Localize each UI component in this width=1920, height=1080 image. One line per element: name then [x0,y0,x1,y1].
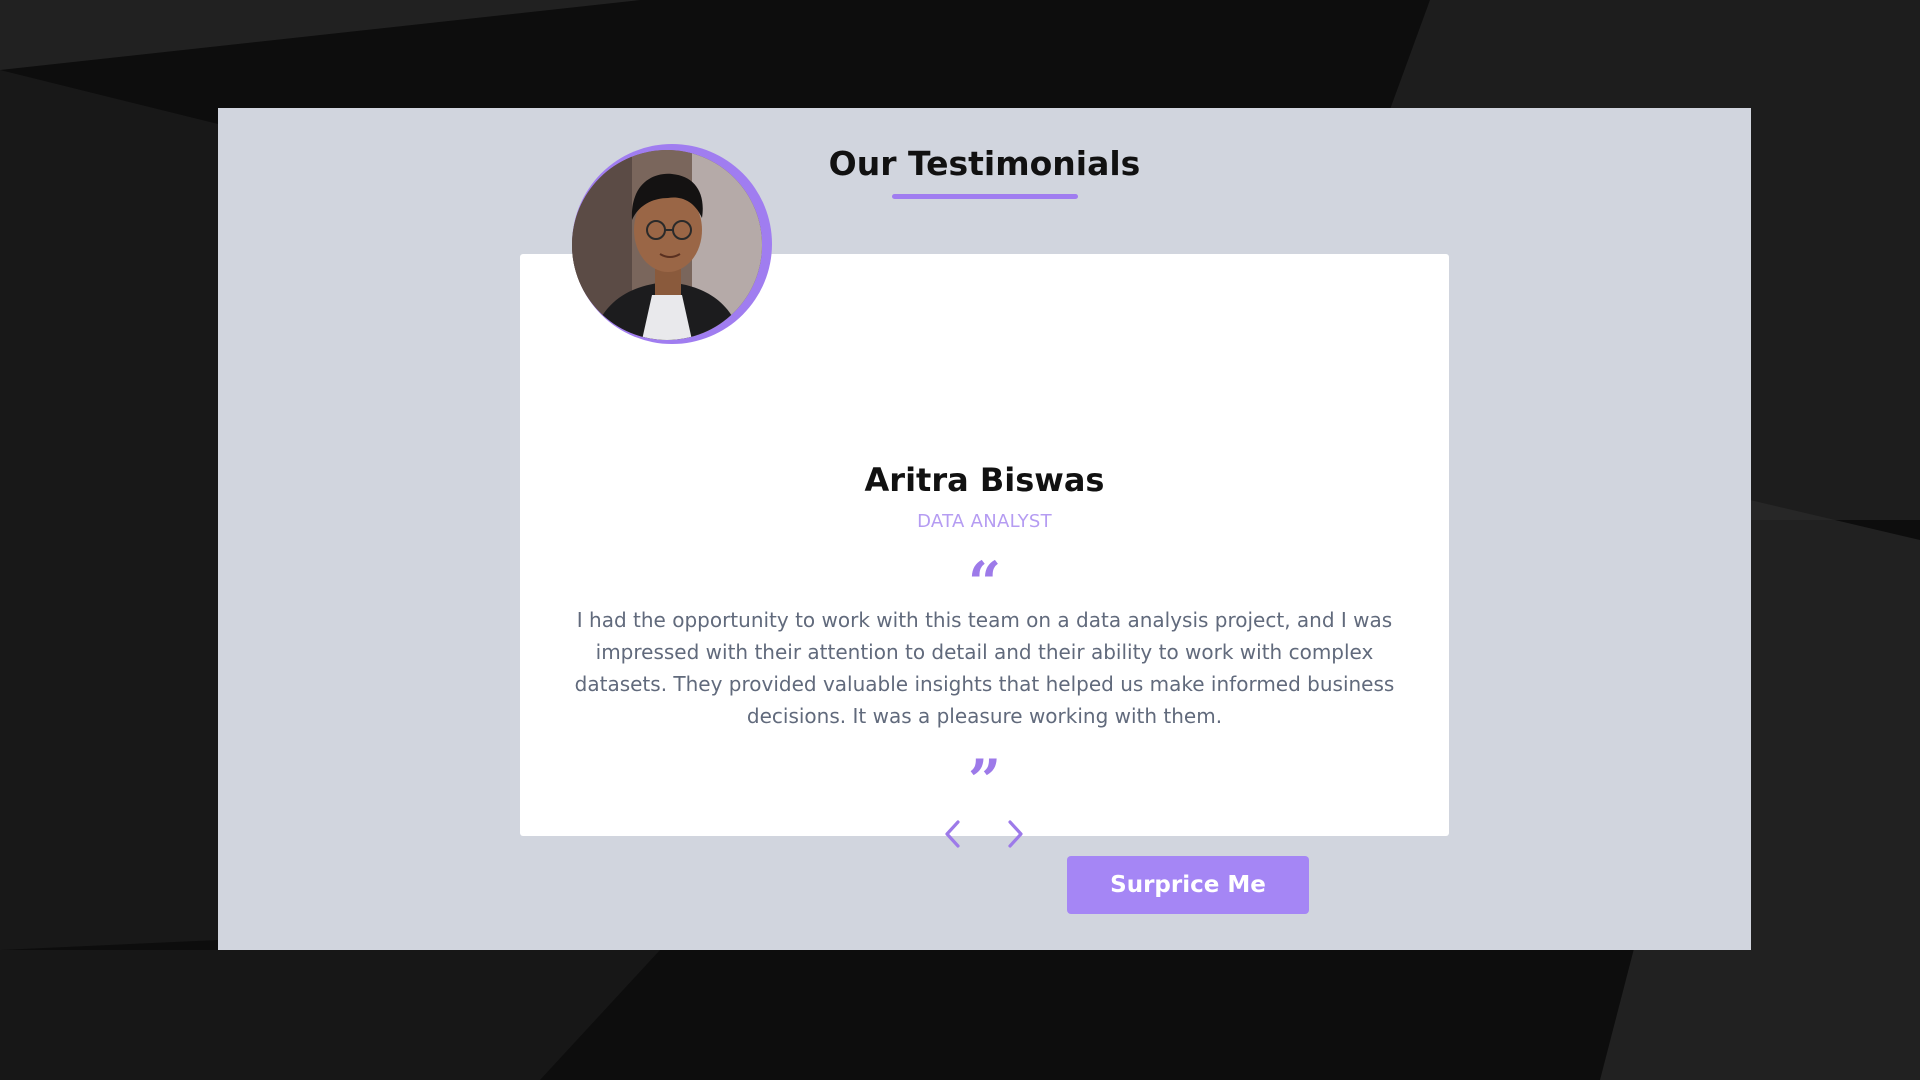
close-quote-icon: ” [967,747,1002,815]
avatar [572,150,762,340]
testimonial-navigation [520,814,1449,854]
reviewer-name: Aritra Biswas [864,461,1105,499]
section-title: Our Testimonials [828,144,1141,183]
reviewer-role: DATA ANALYST [917,511,1052,532]
title-underline [892,194,1078,199]
next-button[interactable] [998,814,1032,854]
chevron-right-icon [1008,820,1023,848]
surprise-me-button[interactable]: Surprice Me [1067,856,1309,914]
testimonials-section: Our Testimonials Aritra Biswas DATA ANAL… [218,108,1751,950]
testimonial-text: I had the opportunity to work with this … [574,608,1395,728]
prev-button[interactable] [936,814,970,854]
reviewer-photo [572,150,762,340]
chevron-left-icon [945,820,960,848]
